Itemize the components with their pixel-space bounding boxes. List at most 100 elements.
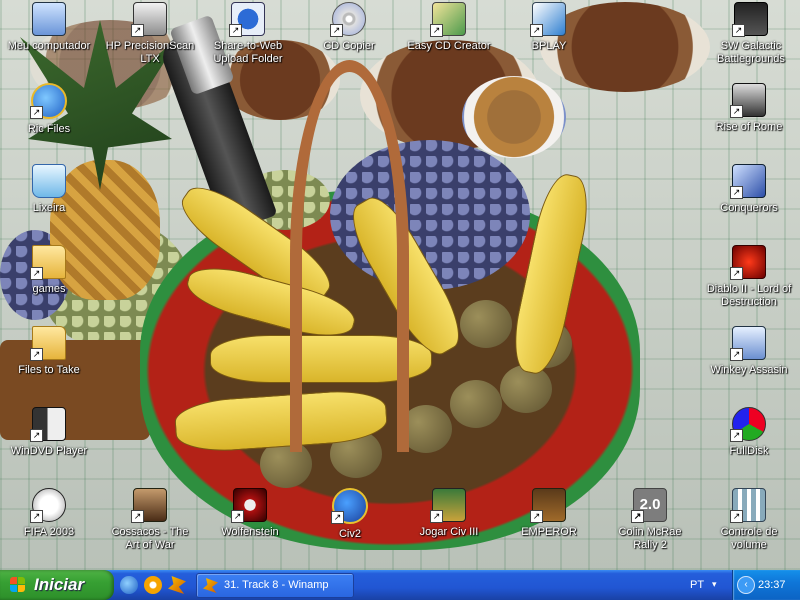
rise-of-rome-icon: ↗ xyxy=(730,83,766,118)
desktop-icon-label: CD Copier xyxy=(323,40,375,52)
shortcut-arrow-icon: ↗ xyxy=(732,24,745,37)
desktop-icon-label: Ric Files xyxy=(27,123,71,135)
media-player-icon[interactable] xyxy=(144,576,162,594)
desktop-icon-wolfenstein[interactable]: ↗ Wolfenstein xyxy=(205,488,295,539)
cossacks-icon: ↗ xyxy=(131,488,167,523)
shortcut-arrow-icon: ↗ xyxy=(30,510,43,523)
shortcut-arrow-icon: ↗ xyxy=(530,510,543,523)
keyboard-icon: ↗ xyxy=(730,326,766,361)
desktop-icon-fifa-2003[interactable]: ↗ FIFA 2003 xyxy=(4,488,94,539)
folder-icon: ↗ xyxy=(30,326,66,361)
desktop-icon-label: FIFA 2003 xyxy=(23,526,75,538)
shortcut-arrow-icon: ↗ xyxy=(131,510,144,523)
desktop-icon-jogar-civ-iii[interactable]: ↗ Jogar Civ III xyxy=(404,488,494,539)
desktop-icon-label: Conquerors xyxy=(720,202,778,214)
system-tray: ‹ 23:37 xyxy=(732,570,800,600)
desktop-icon-label: games xyxy=(32,283,66,295)
desktop-icon-label: FullDisk xyxy=(729,445,769,457)
language-bar-icon[interactable]: ▾ xyxy=(712,578,724,590)
windvd-icon: ↗ xyxy=(30,407,66,442)
start-button[interactable]: Iniciar xyxy=(0,570,114,600)
shortcut-arrow-icon: ↗ xyxy=(530,24,543,37)
taskbar-button-winamp[interactable]: 31. Track 8 - Winamp xyxy=(196,573,354,598)
shortcut-arrow-icon: ↗ xyxy=(330,24,343,37)
shortcut-arrow-icon: ↗ xyxy=(229,24,242,37)
desktop-icon-label: Meu computador xyxy=(7,40,91,52)
desktop-icon-label: Files to Take xyxy=(18,364,80,376)
desktop-icon-cossacos[interactable]: ↗ Cossacos - The Art of War xyxy=(105,488,195,552)
desktop-icon-label: WinDVD Player xyxy=(10,445,88,457)
fulldisk-icon: ↗ xyxy=(730,407,766,442)
shortcut-arrow-icon: ↗ xyxy=(730,267,743,280)
desktop-icon-windvd-player[interactable]: ↗ WinDVD Player xyxy=(4,407,94,458)
desktop-icon-lixeira[interactable]: Lixeira xyxy=(4,164,94,215)
desktop-icon-controle-de-volume[interactable]: ↗ Controle de volume xyxy=(704,488,794,552)
desktop-icon-label: Diablo II - Lord of Destruction xyxy=(706,283,792,308)
desktop-icon-meu-computador[interactable]: Meu computador xyxy=(4,2,94,53)
shortcut-arrow-icon: ↗ xyxy=(131,24,144,37)
clock[interactable]: 23:37 xyxy=(758,570,786,600)
desktop-icon-ric-files[interactable]: ↗ Ric Files xyxy=(4,83,94,136)
desktop-icon-games[interactable]: ↗ games xyxy=(4,245,94,296)
shortcut-arrow-icon: ↗ xyxy=(30,106,43,119)
desktop-icon-civ2[interactable]: ↗ Civ2 xyxy=(305,488,395,541)
language-indicator[interactable]: PT xyxy=(690,570,704,600)
desktop-icon-colin-mcrae-rally-2[interactable]: 2.0 ↗ Colin McRae Rally 2 xyxy=(605,488,695,552)
desktop-icon-rise-of-rome[interactable]: ↗ Rise of Rome xyxy=(704,83,794,134)
desktop-icon-cd-copier[interactable]: ↗ CD Copier xyxy=(304,2,394,53)
desktop-icon-winkey-assasin[interactable]: ↗ Winkey Assasin xyxy=(704,326,794,377)
desktop-icon-label: Colin McRae Rally 2 xyxy=(618,526,682,551)
shortcut-arrow-icon: ↗ xyxy=(30,267,43,280)
taskbar: Iniciar 31. Track 8 - Winamp PT ▾ ‹ 23:3… xyxy=(0,570,800,600)
desktop-icon-label: HP PrecisionScan LTX xyxy=(105,40,195,65)
cd-copier-icon: ↗ xyxy=(330,2,366,37)
civ3-icon: ↗ xyxy=(430,488,466,523)
desktop-icon-label: EMPEROR xyxy=(521,526,577,538)
wolfenstein-icon: ↗ xyxy=(231,488,267,523)
shortcut-arrow-icon: ↗ xyxy=(730,510,743,523)
winamp-icon xyxy=(203,578,218,593)
desktop-icon-emperor[interactable]: ↗ EMPEROR xyxy=(504,488,594,539)
chevron-left-icon[interactable]: ‹ xyxy=(737,576,755,594)
desktop-icon-easy-cd-creator[interactable]: ↗ Easy CD Creator xyxy=(404,2,494,53)
shortcut-arrow-icon: ↗ xyxy=(430,24,443,37)
desktop[interactable]: Meu computador ↗ HP PrecisionScan LTX ↗ … xyxy=(0,0,800,570)
internet-explorer-icon[interactable] xyxy=(120,576,138,594)
desktop-icon-label: Wolfenstein xyxy=(221,526,279,538)
shortcut-arrow-icon: ↗ xyxy=(730,105,743,118)
shortcut-arrow-icon: ↗ xyxy=(30,348,43,361)
colin-mcrae-icon: 2.0 ↗ xyxy=(631,488,667,523)
desktop-icon-label: Share-to-Web Upload Folder xyxy=(213,40,283,65)
volume-control-icon: ↗ xyxy=(730,488,766,523)
desktop-icon-diablo-ii[interactable]: ↗ Diablo II - Lord of Destruction xyxy=(704,245,794,309)
desktop-icon-label: SW Galactic Battlegrounds xyxy=(717,40,785,65)
desktop-icon-label: Rise of Rome xyxy=(715,121,783,133)
desktop-icon-share-to-web[interactable]: ↗ Share-to-Web Upload Folder xyxy=(203,2,293,66)
desktop-icon-label: Jogar Civ III xyxy=(419,526,479,538)
windows-flag-icon xyxy=(10,577,26,593)
desktop-icon-hp-precisionscan[interactable]: ↗ HP PrecisionScan LTX xyxy=(105,2,195,66)
shortcut-arrow-icon: ↗ xyxy=(730,186,743,199)
my-computer-icon xyxy=(32,2,66,36)
winamp-icon[interactable] xyxy=(168,576,186,594)
shortcut-arrow-icon: ↗ xyxy=(631,510,644,523)
hp-upload-icon: ↗ xyxy=(229,2,265,37)
internet-explorer-icon: ↗ xyxy=(30,83,67,119)
desktop-icon-label: BPLAY xyxy=(531,40,567,52)
desktop-icon-label: Lixeira xyxy=(32,202,66,214)
folder-icon: ↗ xyxy=(30,245,66,280)
desktop-icon-label: Civ2 xyxy=(338,528,361,540)
desktop-icon-fulldisk[interactable]: ↗ FullDisk xyxy=(704,407,794,458)
desktop-icon-sw-galactic-battlegrounds[interactable]: ↗ SW Galactic Battlegrounds xyxy=(706,2,796,66)
desktop-icon-conquerors[interactable]: ↗ Conquerors xyxy=(704,164,794,215)
desktop-icon-files-to-take[interactable]: ↗ Files to Take xyxy=(4,326,94,377)
desktop-icon-label: Controle de volume xyxy=(720,526,778,551)
scanner-icon: ↗ xyxy=(131,2,167,37)
desktop-icon-bplay[interactable]: ↗ BPLAY xyxy=(504,2,594,53)
bplay-icon: ↗ xyxy=(530,2,566,37)
soccer-ball-icon: ↗ xyxy=(30,488,66,523)
shortcut-arrow-icon: ↗ xyxy=(331,511,344,524)
diablo-icon: ↗ xyxy=(730,245,766,280)
shortcut-arrow-icon: ↗ xyxy=(730,429,743,442)
desktop-icon-label: Easy CD Creator xyxy=(407,40,491,52)
